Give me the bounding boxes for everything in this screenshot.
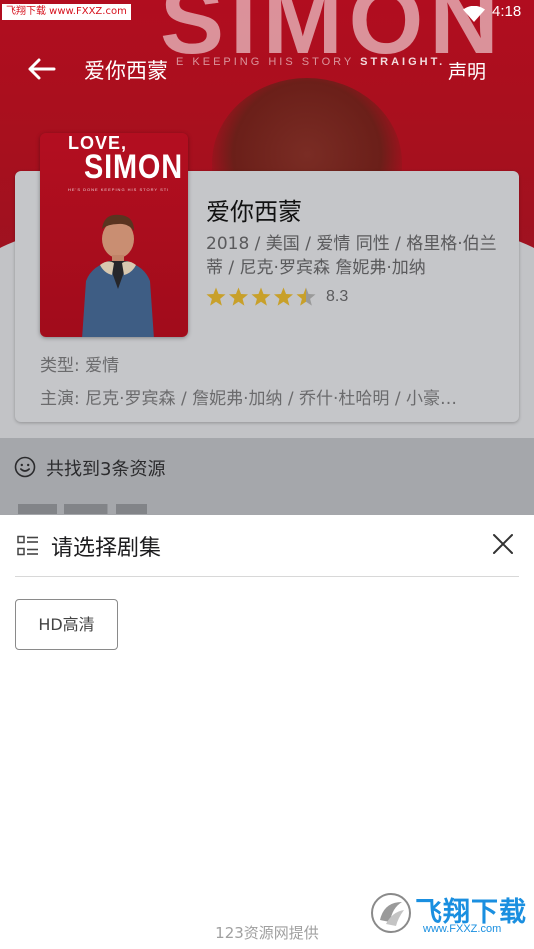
rating-star-5 bbox=[296, 287, 316, 306]
disclaimer-button[interactable]: 声明 bbox=[448, 57, 486, 84]
status-time: 4:18 bbox=[492, 3, 522, 20]
sheet-title: 请选择剧集 bbox=[51, 536, 162, 561]
hero-tagline: E KEEPING HIS STORY STRAIGHT. bbox=[176, 56, 445, 68]
movie-meta: 2018 / 美国 / 爱情 同性 / 格里格·伯兰蒂 / 尼克·罗宾森 詹妮弗… bbox=[206, 234, 497, 278]
hero-tagline-bold: STRAIGHT. bbox=[360, 56, 446, 68]
poster-figure bbox=[82, 214, 154, 337]
status-bar: 飞翔下载 www.FXXZ.com 4:18 bbox=[0, 0, 534, 28]
toolbar-title: 爱你西蒙 bbox=[84, 59, 168, 83]
movie-poster[interactable]: LOVE, SIMON HE'S DONE KEEPING HIS STORY … bbox=[40, 133, 188, 337]
movie-cast: 主演: 尼克·罗宾森 / 詹妮弗·加纳 / 乔什·杜哈明 / 小豪… bbox=[40, 389, 457, 409]
movie-detail-background: SIMON E KEEPING HIS STORY STRAIGHT. 飞翔下载… bbox=[0, 0, 534, 515]
smile-icon bbox=[14, 456, 36, 478]
watermark-url: www.FXXZ.com bbox=[423, 923, 502, 935]
movie-genre: 类型: 爱情 bbox=[40, 356, 120, 376]
episode-button-hd[interactable]: HD高清 bbox=[15, 599, 118, 650]
watermark-logo-icon bbox=[371, 893, 411, 933]
sheet-divider bbox=[15, 576, 519, 577]
watermark-bottom: 飞翔下载 www.FXXZ.com bbox=[367, 889, 526, 939]
hero-tagline-start: E KEEPING HIS STORY bbox=[176, 56, 361, 68]
back-arrow-icon[interactable] bbox=[24, 52, 58, 86]
poster-simon-text: SIMON bbox=[84, 148, 183, 186]
rating-star-4 bbox=[273, 287, 294, 306]
rating-star-2 bbox=[228, 287, 249, 306]
rating-stars bbox=[206, 287, 316, 306]
results-count-text: 共找到3条资源 bbox=[46, 459, 166, 480]
watermark-top: 飞翔下载 www.FXXZ.com bbox=[2, 4, 131, 20]
rating-score: 8.3 bbox=[326, 288, 349, 305]
results-list-peek bbox=[18, 498, 178, 514]
episode-bottom-sheet bbox=[0, 515, 534, 949]
episode-list-icon bbox=[17, 535, 38, 556]
poster-tagline: HE'S DONE KEEPING HIS STORY STRAIGHT bbox=[68, 187, 168, 192]
rating-star-1 bbox=[206, 287, 226, 306]
rating-star-3 bbox=[251, 287, 271, 306]
wifi-icon bbox=[463, 6, 485, 22]
close-icon[interactable] bbox=[490, 531, 516, 557]
movie-title: 爱你西蒙 bbox=[206, 198, 302, 226]
